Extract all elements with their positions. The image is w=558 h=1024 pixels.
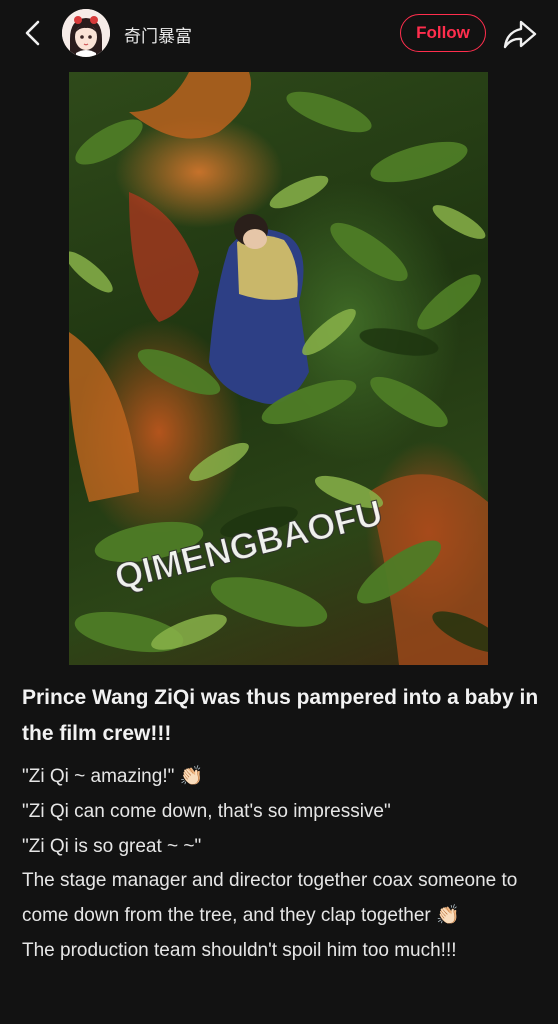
post-line: The stage manager and director together … [22,870,518,927]
post-line: "Zi Qi is so great ~ ~" [22,835,202,857]
top-bar: 奇门暴富 Follow [0,0,558,66]
post-line: "Zi Qi can come down, that's so impressi… [22,800,391,822]
follow-button[interactable]: Follow [400,14,486,52]
person-in-tree [209,214,309,404]
chevron-left-icon [25,20,40,46]
back-button[interactable] [18,18,48,48]
post-body: "Zi Qi ~ amazing!" 👏🏻 "Zi Qi can come do… [22,760,550,969]
post-image[interactable]: QIMENGBAOFU [69,72,488,665]
author-name[interactable]: 奇门暴富 [124,22,192,47]
share-button[interactable] [500,15,538,53]
avatar-illustration [62,9,110,57]
post-line: "Zi Qi ~ amazing!" 👏🏻 [22,766,204,787]
author-avatar[interactable] [62,9,110,57]
share-arrow-icon [503,20,537,49]
post-line: The production team shouldn't spoil him … [22,939,457,961]
post-title: Prince Wang ZiQi was thus pampered into … [22,686,539,745]
foliage-scene: QIMENGBAOFU [69,72,488,665]
